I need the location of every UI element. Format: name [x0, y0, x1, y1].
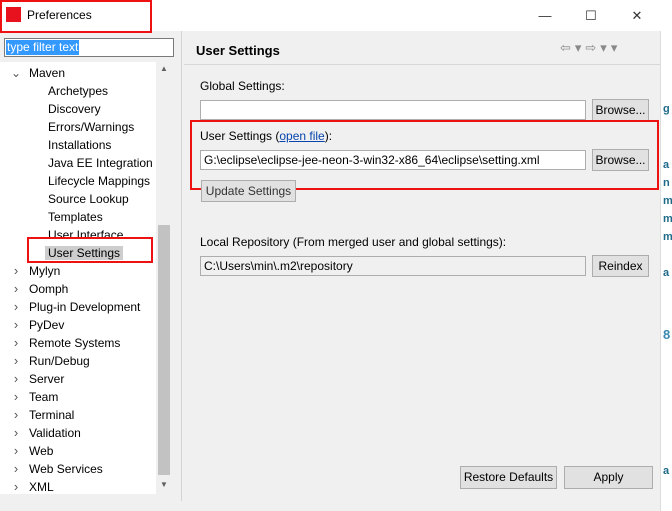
tree-item-label: Lifecycle Mappings: [48, 174, 151, 188]
tree-item-label: Remote Systems: [29, 336, 121, 350]
tree-item-maven-child[interactable]: User Interface: [48, 226, 123, 244]
tree-item-maven-child[interactable]: Installations: [48, 136, 111, 154]
apply-button[interactable]: Apply: [564, 466, 653, 489]
tree-item-collapsed[interactable]: › PyDev: [14, 316, 65, 334]
tree-item-label: User Settings: [45, 246, 124, 260]
reindex-button[interactable]: Reindex: [592, 255, 649, 277]
chevron-right-icon[interactable]: ›: [11, 424, 21, 442]
tree-item-maven-child[interactable]: Discovery: [48, 100, 101, 118]
scroll-down-icon[interactable]: ▼: [158, 480, 170, 494]
chevron-right-icon[interactable]: ›: [11, 370, 21, 388]
tree-item-label: Plug-in Development: [29, 300, 141, 314]
tree-scrollbar-thumb[interactable]: [158, 225, 170, 475]
chevron-right-icon[interactable]: ›: [11, 442, 21, 460]
header-separator: [184, 64, 660, 65]
tree-item-label: Web: [29, 444, 54, 458]
tree-item-collapsed[interactable]: › Plug-in Development: [14, 298, 141, 316]
tree-item-label: Errors/Warnings: [48, 120, 135, 134]
tree-item-maven[interactable]: ⌄ Maven: [11, 64, 66, 82]
tree-item-collapsed[interactable]: › Terminal: [14, 406, 75, 424]
tree-item-maven-child[interactable]: User Settings: [45, 244, 124, 262]
page-title: User Settings: [196, 43, 280, 58]
user-browse-button[interactable]: Browse...: [592, 149, 649, 171]
tree-item-label: Maven: [29, 66, 66, 80]
local-repo-field: C:\Users\min\.m2\repository: [200, 256, 586, 276]
tree-item-label: Mylyn: [29, 264, 61, 278]
tree-item-collapsed[interactable]: › Server: [14, 370, 65, 388]
tree-item-collapsed[interactable]: › Web Services: [14, 460, 103, 478]
update-settings-button[interactable]: Update Settings: [201, 180, 296, 202]
page-nav-icons[interactable]: ⇦▾⇨▾▾: [560, 40, 621, 56]
tree-item-label: Archetypes: [48, 84, 109, 98]
user-settings-label: User Settings (open file):: [200, 129, 332, 143]
panel-divider[interactable]: [181, 31, 182, 501]
maximize-icon[interactable]: ☐: [568, 0, 614, 31]
global-settings-label: Global Settings:: [200, 79, 285, 93]
chevron-down-icon[interactable]: ⌄: [11, 64, 21, 82]
restore-defaults-button[interactable]: Restore Defaults: [460, 466, 557, 489]
tree-item-label: Templates: [48, 210, 103, 224]
tree-item-collapsed[interactable]: › XML: [14, 478, 54, 494]
chevron-right-icon[interactable]: ›: [11, 298, 21, 316]
open-file-link[interactable]: open file: [279, 129, 324, 143]
tree-item-label: User Interface: [48, 228, 124, 242]
chevron-right-icon[interactable]: ›: [11, 262, 21, 280]
user-settings-label-suffix: ):: [324, 129, 333, 143]
tree-item-label: Validation: [29, 426, 81, 440]
global-browse-button[interactable]: Browse...: [592, 99, 649, 121]
minimize-icon[interactable]: —: [522, 0, 568, 31]
user-settings-field[interactable]: G:\eclipse\eclipse-jee-neon-3-win32-x86_…: [200, 150, 586, 170]
chevron-right-icon[interactable]: ›: [11, 460, 21, 478]
scroll-up-icon[interactable]: ▲: [158, 64, 170, 78]
close-icon[interactable]: ✕: [614, 0, 660, 31]
app-icon: [6, 7, 21, 22]
local-repo-label: Local Repository (From merged user and g…: [200, 235, 507, 249]
tree-item-collapsed[interactable]: › Run/Debug: [14, 352, 90, 370]
tree-item-label: Discovery: [48, 102, 101, 116]
tree-item-maven-child[interactable]: Source Lookup: [48, 190, 129, 208]
chevron-right-icon[interactable]: ›: [11, 280, 21, 298]
tree-item-collapsed[interactable]: › Team: [14, 388, 59, 406]
tree-item-maven-child[interactable]: Templates: [48, 208, 103, 226]
tree-item-collapsed[interactable]: › Oomph: [14, 280, 69, 298]
chevron-right-icon[interactable]: ›: [11, 334, 21, 352]
tree-item-label: Team: [29, 390, 59, 404]
tree-item-label: Source Lookup: [48, 192, 129, 206]
chevron-right-icon[interactable]: ›: [11, 478, 21, 494]
tree-item-label: Oomph: [29, 282, 69, 296]
tree-item-label: XML: [29, 480, 54, 494]
tree-item-label: PyDev: [29, 318, 65, 332]
tree-item-maven-child[interactable]: Java EE Integration: [48, 154, 153, 172]
tree-item-collapsed[interactable]: › Mylyn: [14, 262, 61, 280]
filter-placeholder: type filter text: [6, 40, 80, 55]
tree-item-maven-child[interactable]: Lifecycle Mappings: [48, 172, 150, 190]
tree-item-maven-child[interactable]: Errors/Warnings: [48, 118, 134, 136]
tree-item-collapsed[interactable]: › Remote Systems: [14, 334, 121, 352]
tree-item-maven-child[interactable]: Archetypes: [48, 82, 108, 100]
tree-item-label: Java EE Integration: [48, 156, 153, 170]
chevron-right-icon[interactable]: ›: [11, 406, 21, 424]
tree-item-collapsed[interactable]: › Validation: [14, 424, 81, 442]
background-window-edge: g a n m m m a 8 a: [660, 31, 672, 511]
chevron-right-icon[interactable]: ›: [11, 352, 21, 370]
tree-item-collapsed[interactable]: › Web: [14, 442, 54, 460]
chevron-right-icon[interactable]: ›: [11, 316, 21, 334]
global-settings-field[interactable]: [200, 100, 586, 120]
tree-item-label: Server: [29, 372, 65, 386]
chevron-right-icon[interactable]: ›: [11, 388, 21, 406]
preference-tree: ⌄ Maven Archetypes Discovery Errors/Warnings…: [0, 62, 172, 494]
tree-item-label: Web Services: [29, 462, 103, 476]
tree-item-label: Installations: [48, 138, 112, 152]
window-title: Preferences: [27, 8, 92, 22]
user-settings-label-prefix: User Settings (: [200, 129, 280, 143]
tree-item-label: Terminal: [29, 408, 75, 422]
tree-item-label: Run/Debug: [29, 354, 90, 368]
